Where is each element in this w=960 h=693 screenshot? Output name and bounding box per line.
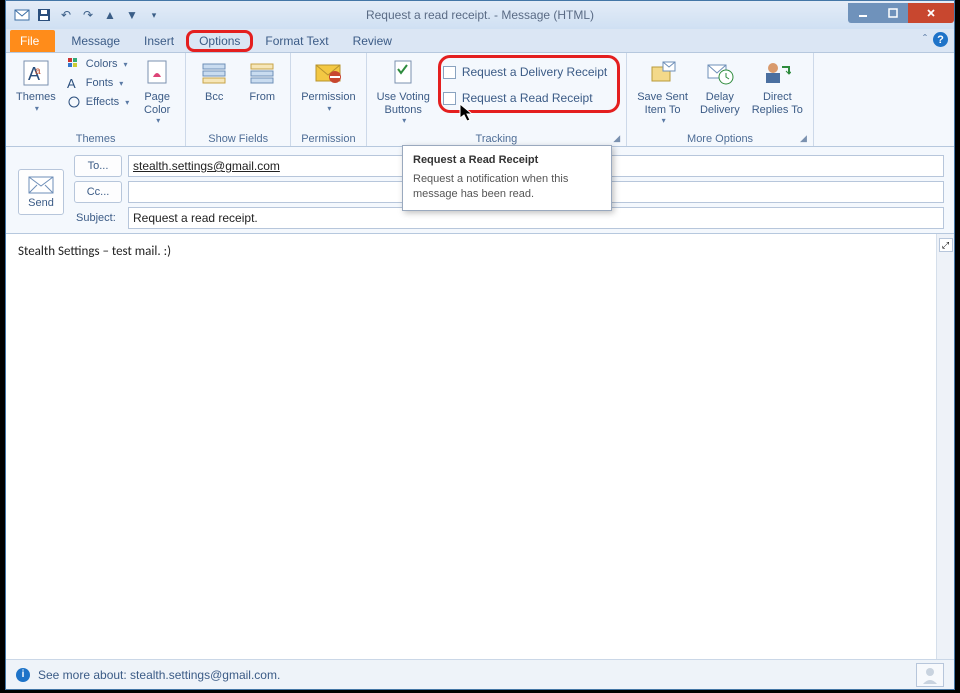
group-show-fields: Bcc From Show Fields bbox=[186, 53, 291, 146]
fonts-button[interactable]: AFonts▾ bbox=[64, 74, 131, 92]
quick-access-toolbar: ↶ ↷ ▲ ▼ ▾ bbox=[6, 5, 164, 25]
info-icon: i bbox=[16, 668, 30, 682]
group-label-more-options: More Options◢ bbox=[633, 131, 807, 146]
save-icon[interactable] bbox=[34, 5, 54, 25]
group-label-themes: Themes bbox=[12, 131, 179, 146]
titlebar: ↶ ↷ ▲ ▼ ▾ Request a read receipt. - Mess… bbox=[6, 1, 954, 29]
direct-replies-to-button[interactable]: Direct Replies To bbox=[748, 55, 807, 118]
status-text[interactable]: See more about: stealth.settings@gmail.c… bbox=[38, 668, 280, 682]
message-body-text[interactable]: Stealth Settings – test mail. :) bbox=[6, 234, 954, 269]
minimize-button[interactable] bbox=[848, 3, 878, 23]
previous-icon[interactable]: ▲ bbox=[100, 5, 120, 25]
send-icon bbox=[28, 176, 54, 197]
ribbon-tabs: File Message Insert Options Format Text … bbox=[6, 29, 954, 53]
use-voting-buttons[interactable]: Use Voting Buttons▾ bbox=[373, 55, 434, 127]
themes-button[interactable]: Aa Themes▾ bbox=[12, 55, 60, 115]
permission-button[interactable]: Permission▾ bbox=[297, 55, 359, 115]
send-button[interactable]: Send bbox=[18, 169, 64, 215]
tab-format-text[interactable]: Format Text bbox=[253, 30, 340, 52]
from-icon bbox=[246, 57, 278, 89]
outlook-icon bbox=[12, 5, 32, 25]
request-delivery-receipt[interactable]: Request a Delivery Receipt bbox=[441, 62, 613, 82]
status-bar: i See more about: stealth.settings@gmail… bbox=[6, 659, 954, 689]
cc-button[interactable]: Cc... bbox=[74, 181, 122, 203]
group-label-tracking: Tracking◢ bbox=[373, 131, 621, 146]
message-body-area[interactable]: Stealth Settings – test mail. :) ⤢ bbox=[6, 234, 954, 659]
minimize-ribbon-icon[interactable]: ˆ bbox=[923, 32, 927, 47]
tooltip-read-receipt: Request a Read Receipt Request a notific… bbox=[402, 145, 612, 211]
checkbox-icon[interactable] bbox=[443, 92, 456, 105]
group-permission: Permission▾ Permission bbox=[291, 53, 366, 146]
delay-icon bbox=[704, 57, 736, 89]
fonts-icon: A bbox=[66, 75, 82, 91]
group-tracking: Use Voting Buttons▾ Request a Delivery R… bbox=[367, 53, 628, 146]
tracking-highlight-box: Request a Delivery Receipt Request a Rea… bbox=[438, 55, 620, 113]
dialog-launcher-icon[interactable]: ◢ bbox=[800, 133, 807, 144]
qat-customize-icon[interactable]: ▾ bbox=[144, 5, 164, 25]
effects-icon bbox=[66, 94, 82, 110]
close-button[interactable] bbox=[908, 3, 954, 23]
from-button[interactable]: From bbox=[240, 55, 284, 106]
group-label-permission: Permission bbox=[297, 131, 359, 146]
tooltip-body: Request a notification when this message… bbox=[413, 172, 601, 202]
themes-icon: Aa bbox=[20, 57, 52, 89]
checkbox-icon[interactable] bbox=[443, 66, 456, 79]
to-button[interactable]: To... bbox=[74, 155, 122, 177]
tab-message[interactable]: Message bbox=[59, 30, 132, 52]
tooltip-title: Request a Read Receipt bbox=[413, 154, 601, 166]
voting-icon bbox=[387, 57, 419, 89]
maximize-button[interactable] bbox=[878, 3, 908, 23]
colors-icon bbox=[66, 56, 82, 72]
permission-icon bbox=[312, 57, 344, 89]
contact-avatar[interactable] bbox=[916, 663, 944, 687]
zoom-nub-icon[interactable]: ⤢ bbox=[939, 238, 953, 252]
group-themes: Aa Themes▾ Colors▾ AFonts▾ Effects▾ Page… bbox=[6, 53, 186, 146]
group-label-show-fields: Show Fields bbox=[192, 131, 284, 146]
vertical-scrollbar[interactable]: ⤢ bbox=[936, 234, 954, 659]
subject-label: Subject: bbox=[74, 212, 122, 224]
window-controls bbox=[848, 4, 954, 26]
dialog-launcher-icon[interactable]: ◢ bbox=[613, 133, 620, 144]
redo-icon[interactable]: ↷ bbox=[78, 5, 98, 25]
delay-delivery-button[interactable]: Delay Delivery bbox=[696, 55, 744, 118]
outlook-message-window: ↶ ↷ ▲ ▼ ▾ Request a read receipt. - Mess… bbox=[5, 0, 955, 690]
next-icon[interactable]: ▼ bbox=[122, 5, 142, 25]
help-icon[interactable]: ? bbox=[933, 32, 948, 47]
ribbon: Aa Themes▾ Colors▾ AFonts▾ Effects▾ Page… bbox=[6, 53, 954, 147]
tab-file[interactable]: File bbox=[10, 30, 55, 52]
request-read-receipt[interactable]: Request a Read Receipt bbox=[441, 88, 613, 108]
svg-text:A: A bbox=[67, 76, 76, 90]
undo-icon[interactable]: ↶ bbox=[56, 5, 76, 25]
svg-text:a: a bbox=[35, 66, 41, 77]
bcc-icon bbox=[198, 57, 230, 89]
page-color-button[interactable]: Page Color▾ bbox=[135, 55, 179, 127]
tab-review[interactable]: Review bbox=[341, 30, 404, 52]
group-more-options: Save Sent Item To▾ Delay Delivery Direct… bbox=[627, 53, 814, 146]
bcc-button[interactable]: Bcc bbox=[192, 55, 236, 106]
tab-insert[interactable]: Insert bbox=[132, 30, 186, 52]
colors-button[interactable]: Colors▾ bbox=[64, 55, 131, 73]
page-color-icon bbox=[141, 57, 173, 89]
tab-options[interactable]: Options bbox=[186, 30, 253, 52]
effects-button[interactable]: Effects▾ bbox=[64, 93, 131, 111]
save-sent-icon bbox=[647, 57, 679, 89]
save-sent-item-to-button[interactable]: Save Sent Item To▾ bbox=[633, 55, 692, 127]
direct-replies-icon bbox=[761, 57, 793, 89]
